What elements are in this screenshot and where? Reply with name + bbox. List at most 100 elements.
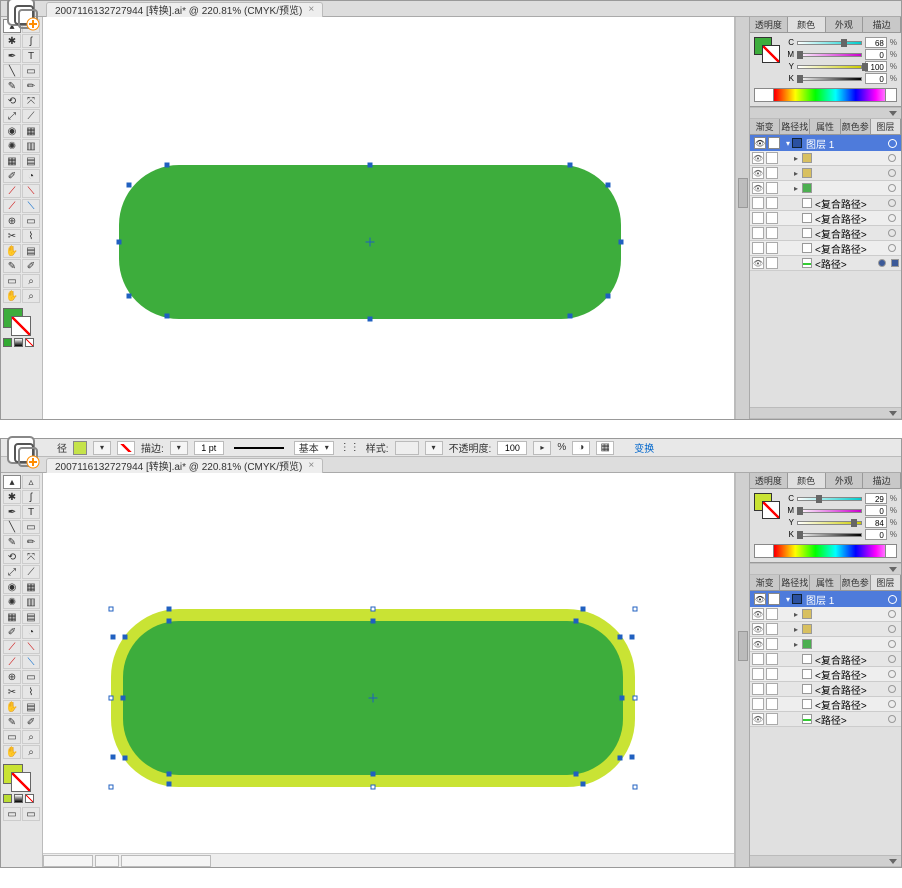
lock-toggle[interactable] bbox=[766, 668, 778, 680]
rotate-tool[interactable]: ⟲ bbox=[3, 550, 21, 564]
panel-color-well[interactable] bbox=[754, 493, 780, 519]
warp-tool[interactable]: ◉ bbox=[3, 580, 21, 594]
live-paint-selection-tool[interactable]: ⟍ bbox=[22, 640, 40, 654]
layer-row[interactable]: 👁▸ bbox=[750, 637, 901, 652]
crop-tool[interactable]: ▭ bbox=[3, 274, 21, 288]
k-value[interactable]: 0 bbox=[865, 73, 887, 84]
reflect-tool[interactable]: ⤧ bbox=[22, 94, 40, 108]
nav-segment[interactable] bbox=[95, 855, 119, 867]
tab-appearance[interactable]: 外观 bbox=[826, 473, 864, 488]
expand-arrow-icon[interactable]: ▸ bbox=[792, 154, 800, 163]
perspective-tool[interactable]: ⊕ bbox=[3, 214, 21, 228]
zoom-hand-tool[interactable]: ⌕ bbox=[22, 274, 40, 288]
measure-tool[interactable]: ✐ bbox=[22, 259, 40, 273]
lock-toggle[interactable] bbox=[766, 212, 778, 224]
tab-attributes[interactable]: 属性 bbox=[810, 575, 840, 590]
hand-tool[interactable]: ✋ bbox=[3, 700, 21, 714]
lasso-tool[interactable]: ʃ bbox=[22, 34, 40, 48]
scissors-tool[interactable]: ✂ bbox=[3, 685, 21, 699]
artboard-segment[interactable] bbox=[121, 855, 211, 867]
target-ring-icon[interactable] bbox=[888, 700, 896, 708]
target-ring-icon[interactable] bbox=[888, 655, 896, 663]
layer-row[interactable]: <复合路径> bbox=[750, 652, 901, 667]
anchor-point[interactable] bbox=[620, 696, 625, 701]
stroke-dropdown[interactable]: ▾ bbox=[170, 441, 188, 455]
bbox-handle[interactable] bbox=[633, 696, 638, 701]
visibility-toggle[interactable] bbox=[752, 212, 764, 224]
print-tiling-tool[interactable]: ▤ bbox=[22, 700, 40, 714]
tab-pathfinder[interactable]: 路径找 bbox=[780, 575, 810, 590]
anchor-point[interactable] bbox=[167, 619, 172, 624]
layer-row[interactable]: 👁▸ bbox=[750, 151, 901, 166]
gradient-tool[interactable]: ▤ bbox=[22, 610, 40, 624]
panel-collapse-icon[interactable] bbox=[889, 411, 897, 416]
y-slider[interactable] bbox=[797, 519, 862, 527]
magic-wand-tool[interactable]: ✱ bbox=[3, 490, 21, 504]
no-fill-button[interactable] bbox=[117, 441, 135, 455]
slice-tool[interactable]: ⟋ bbox=[3, 655, 21, 669]
lock-toggle[interactable] bbox=[766, 653, 778, 665]
shear-tool[interactable]: ⟋ bbox=[22, 109, 40, 123]
lock-toggle[interactable] bbox=[766, 713, 778, 725]
symbol-sprayer-tool[interactable]: ✺ bbox=[3, 595, 21, 609]
target-ring-icon[interactable] bbox=[888, 715, 896, 723]
lock-toggle[interactable] bbox=[766, 167, 778, 179]
gradient-swatch[interactable] bbox=[14, 338, 23, 347]
layer-row[interactable]: <复合路径> bbox=[750, 667, 901, 682]
layer-row[interactable]: <复合路径> bbox=[750, 682, 901, 697]
tab-stroke[interactable]: 描边 bbox=[863, 17, 901, 32]
layer-header[interactable]: 👁 ▾ 图层 1 bbox=[750, 591, 901, 607]
blend-tool[interactable]: ◔ bbox=[22, 625, 40, 639]
color-well[interactable] bbox=[3, 308, 31, 336]
lock-toggle[interactable] bbox=[766, 257, 778, 269]
anchor-point[interactable] bbox=[121, 696, 126, 701]
rectangle-tool[interactable]: ▭ bbox=[22, 64, 40, 78]
anchor-point[interactable] bbox=[371, 619, 376, 624]
graph-tool[interactable]: ▥ bbox=[22, 139, 40, 153]
bbox-handle[interactable] bbox=[371, 785, 376, 790]
gradient-swatch[interactable] bbox=[14, 794, 23, 803]
k-slider[interactable] bbox=[797, 75, 862, 83]
eyedropper-tool[interactable]: ✐ bbox=[3, 625, 21, 639]
line-tool[interactable]: ╲ bbox=[3, 64, 21, 78]
target-ring-icon[interactable] bbox=[888, 139, 897, 148]
knife-tool[interactable]: ⌇ bbox=[22, 229, 40, 243]
bbox-handle[interactable] bbox=[109, 696, 114, 701]
paintbrush-tool[interactable]: ✎ bbox=[3, 79, 21, 93]
target-ring-icon[interactable] bbox=[888, 154, 896, 162]
m-slider[interactable] bbox=[797, 51, 862, 59]
anchor-point[interactable] bbox=[368, 317, 373, 322]
layer-row[interactable]: <复合路径> bbox=[750, 241, 901, 256]
layer-row[interactable]: <复合路径> bbox=[750, 211, 901, 226]
panel-collapse-icon[interactable] bbox=[889, 567, 897, 572]
anchor-point[interactable] bbox=[619, 240, 624, 245]
lock-toggle[interactable] bbox=[766, 227, 778, 239]
live-paint-tool[interactable]: ⟋ bbox=[3, 640, 21, 654]
knife-tool[interactable]: ⌇ bbox=[22, 685, 40, 699]
layer-row[interactable]: <复合路径> bbox=[750, 226, 901, 241]
free-transform-tool[interactable]: ▦ bbox=[22, 580, 40, 594]
lock-toggle[interactable] bbox=[766, 623, 778, 635]
symbol-sprayer-tool[interactable]: ✺ bbox=[3, 139, 21, 153]
visibility-toggle[interactable]: 👁 bbox=[752, 167, 764, 179]
visibility-toggle[interactable]: 👁 bbox=[752, 638, 764, 650]
zoom-segment[interactable] bbox=[43, 855, 93, 867]
opacity-dropdown[interactable]: ▸ bbox=[533, 441, 551, 455]
tab-stroke[interactable]: 描边 bbox=[863, 473, 901, 488]
bbox-handle[interactable] bbox=[633, 607, 638, 612]
tab-layers[interactable]: 图层 bbox=[871, 575, 901, 590]
eyedropper2-tool[interactable]: ✎ bbox=[3, 715, 21, 729]
hand2-tool[interactable]: ✋ bbox=[3, 745, 21, 759]
lock-toggle[interactable] bbox=[768, 137, 780, 149]
screen-mode-full[interactable]: ▭ bbox=[22, 807, 40, 821]
mesh-tool[interactable]: ▦ bbox=[3, 154, 21, 168]
hand2-tool[interactable]: ✋ bbox=[3, 289, 21, 303]
target-ring-icon[interactable] bbox=[878, 259, 886, 267]
target-ring-icon[interactable] bbox=[888, 229, 896, 237]
expand-arrow-icon[interactable]: ▸ bbox=[792, 184, 800, 193]
target-ring-icon[interactable] bbox=[888, 184, 896, 192]
visibility-toggle[interactable] bbox=[752, 668, 764, 680]
close-tab-icon[interactable]: × bbox=[308, 460, 314, 471]
anchor-point[interactable] bbox=[123, 756, 128, 761]
scale-tool[interactable]: ⤢ bbox=[3, 565, 21, 579]
